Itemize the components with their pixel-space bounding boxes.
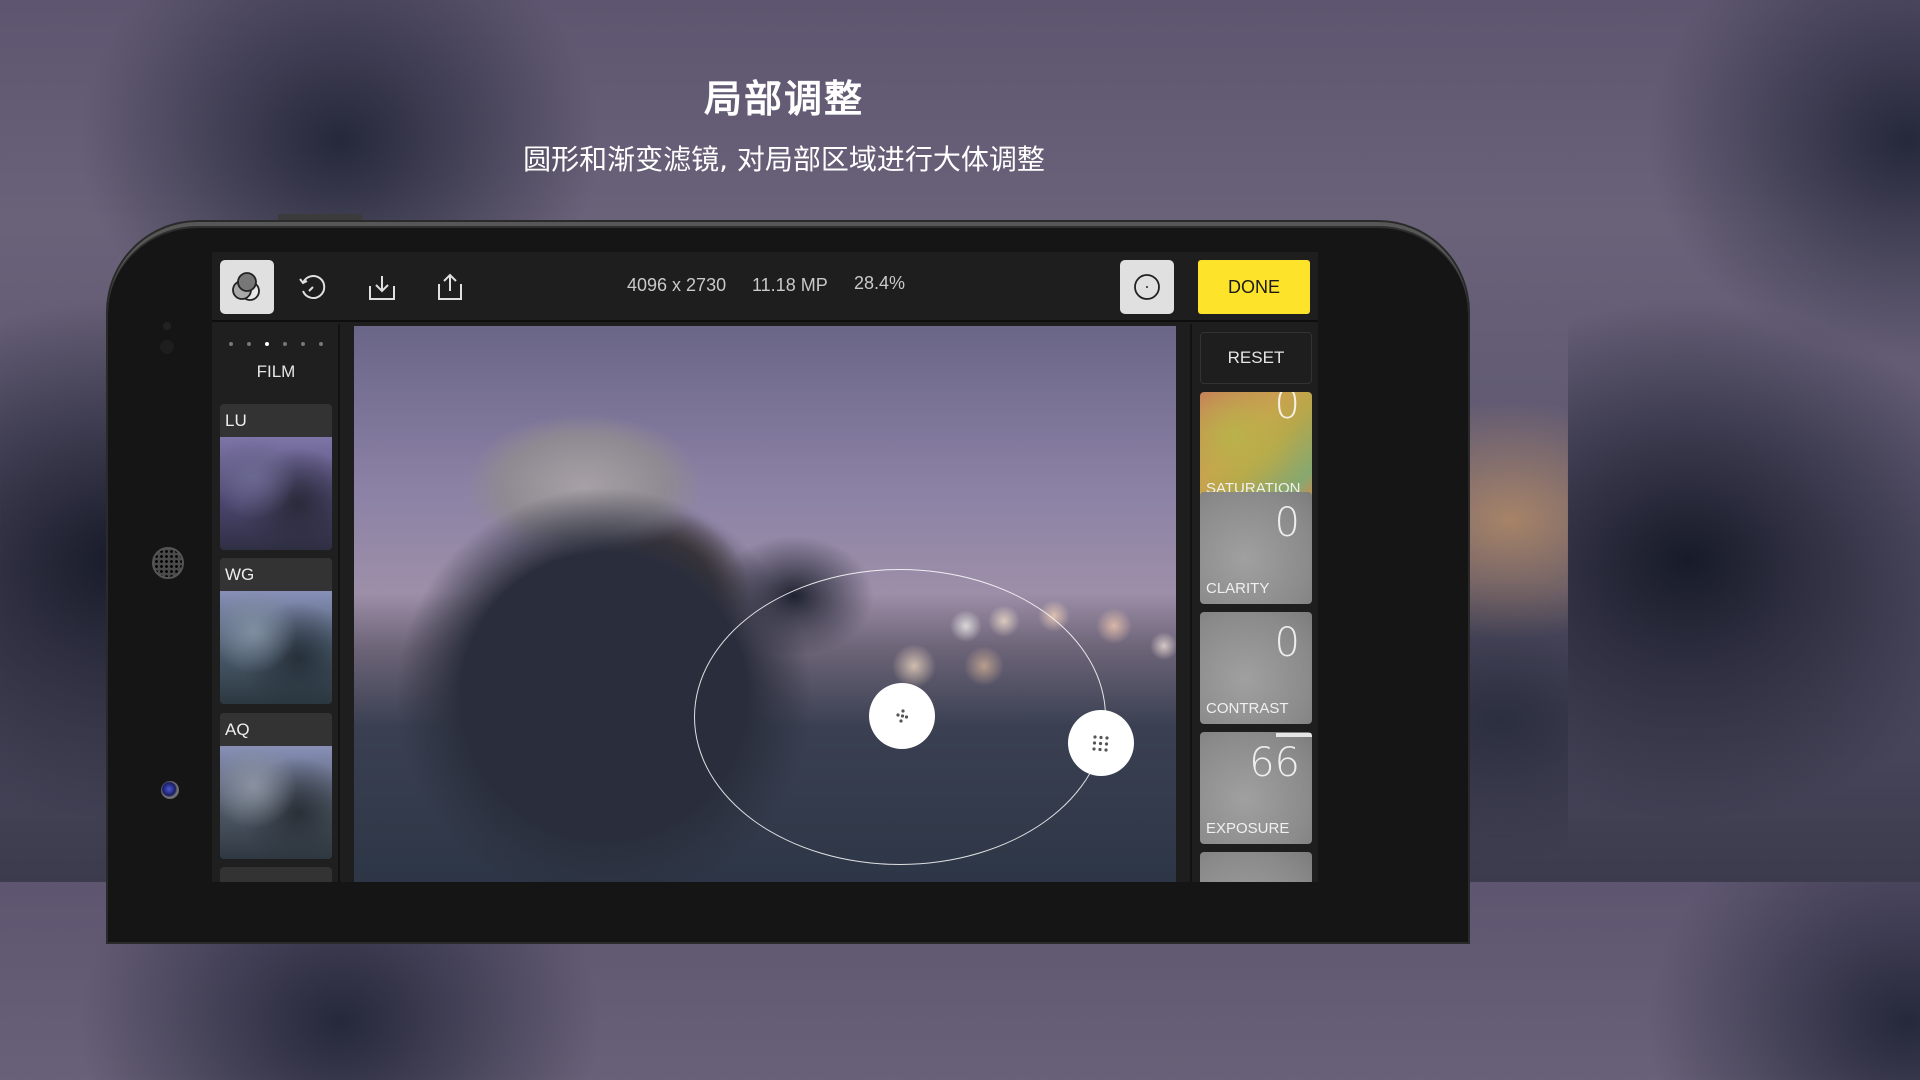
page-dot[interactable]: [229, 342, 233, 346]
adjustment-label: CONTRAST: [1206, 700, 1289, 717]
top-toolbar: 4096 x 2730 11.18 MP 28.4% DONE: [212, 252, 1318, 322]
move-handle[interactable]: [869, 683, 935, 749]
download-icon: [369, 276, 395, 300]
preset-thumbnail: [220, 437, 332, 550]
front-camera-icon: [161, 781, 179, 799]
page-indicator[interactable]: [229, 342, 323, 346]
adjustment-value: 0: [1274, 392, 1300, 428]
promo-subtitle: 圆形和渐变滤镜, 对局部区域进行大体调整: [523, 143, 1045, 176]
preset-item[interactable]: [220, 867, 332, 882]
phone-sensor: [160, 340, 174, 354]
page-dot[interactable]: [247, 342, 251, 346]
preset-label: WG: [220, 558, 332, 591]
preset-thumbnail: [220, 746, 332, 859]
zoom-level: 28.4%: [854, 273, 906, 293]
done-button[interactable]: DONE: [1198, 260, 1310, 314]
share-button[interactable]: [423, 260, 477, 314]
history-button[interactable]: [286, 260, 340, 314]
phone-power-button: [278, 214, 362, 222]
share-icon: [438, 273, 462, 300]
preset-item[interactable]: WG: [220, 558, 332, 704]
history-icon: [299, 275, 326, 299]
save-button[interactable]: [355, 260, 409, 314]
adjustment-label: EXPOSURE: [1206, 820, 1290, 837]
active-marker: [1276, 733, 1312, 737]
adjustment-item[interactable]: [1200, 852, 1312, 882]
preset-panel: FILM LU WG AQ: [212, 324, 340, 882]
page-dot[interactable]: [319, 342, 323, 346]
filters-button[interactable]: [220, 260, 274, 314]
adjustment-value: 0: [1274, 620, 1300, 666]
preset-label: LU: [220, 404, 332, 437]
app-screen: 4096 x 2730 11.18 MP 28.4% DONE FILM LU …: [212, 252, 1318, 882]
grid-dots-icon: [1092, 735, 1109, 752]
adjustment-value: 66: [1249, 740, 1300, 786]
photo-canvas[interactable]: [354, 326, 1176, 882]
page-dot-active[interactable]: [265, 342, 269, 346]
page-dot[interactable]: [301, 342, 305, 346]
preset-item[interactable]: AQ: [220, 713, 332, 859]
preset-category: FILM: [256, 362, 296, 381]
adjustment-label: CLARITY: [1206, 580, 1270, 597]
resize-handle[interactable]: [1068, 710, 1134, 776]
adjustments-panel: RESET 0 SATURATION 0 CLARITY 0 CONTRAST …: [1190, 324, 1318, 882]
radial-filter-button[interactable]: [1120, 260, 1174, 314]
page-dot[interactable]: [283, 342, 287, 346]
preset-thumbnail: [220, 591, 332, 704]
image-megapixels: 11.18 MP: [752, 275, 828, 295]
promo-title: 局部调整: [703, 77, 864, 121]
image-dimensions: 4096 x 2730: [627, 275, 727, 295]
move-icon: [896, 709, 909, 723]
adjustment-exposure[interactable]: 66 EXPOSURE: [1200, 732, 1312, 844]
adjustment-saturation[interactable]: 0 SATURATION: [1200, 392, 1312, 504]
adjustment-value: 0: [1274, 500, 1300, 546]
overlapping-circles-icon: [232, 272, 260, 301]
speaker-grille-icon: [152, 547, 184, 579]
adjustment-clarity[interactable]: 0 CLARITY: [1200, 492, 1312, 604]
adjustment-contrast[interactable]: 0 CONTRAST: [1200, 612, 1312, 724]
preset-label: AQ: [220, 713, 332, 746]
reset-button[interactable]: RESET: [1200, 332, 1312, 384]
phone-sensor: [163, 322, 171, 330]
radial-filter-icon: [1134, 274, 1160, 300]
preset-item[interactable]: LU: [220, 404, 332, 550]
